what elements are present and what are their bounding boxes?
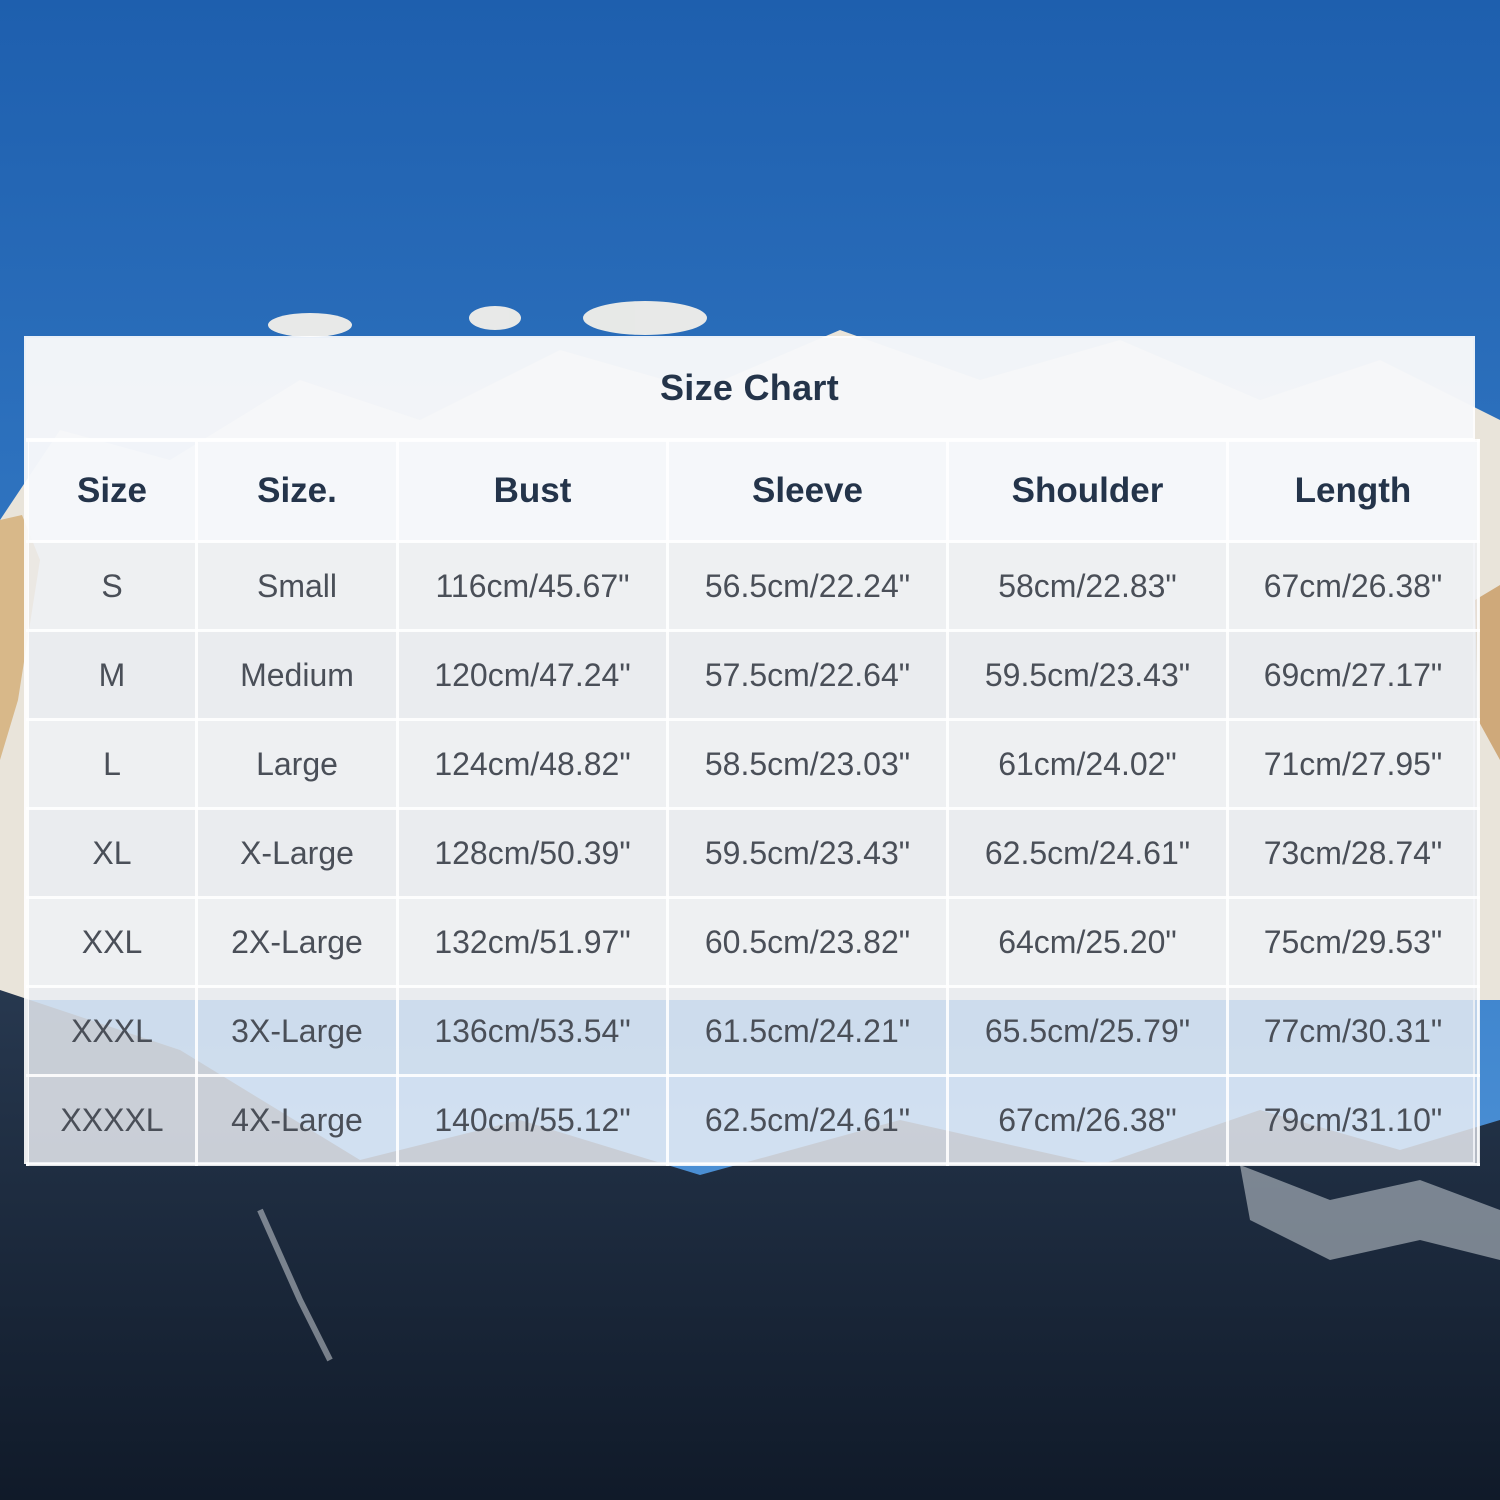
table-cell: XXXXL — [26, 1074, 198, 1166]
size-chart: Size Chart Size Size. Bust Sleeve Should… — [24, 336, 1480, 1166]
table-cell: 65.5cm/25.79" — [946, 985, 1229, 1077]
table-cell: Small — [195, 540, 399, 632]
size-table: Size Size. Bust Sleeve Shoulder Length S… — [26, 439, 1480, 1166]
table-cell: XL — [26, 807, 198, 899]
column-header-bust: Bust — [396, 439, 669, 543]
table-cell: 62.5cm/24.61" — [946, 807, 1229, 899]
table-row: XXXXL 4X-Large 140cm/55.12" 62.5cm/24.61… — [26, 1074, 1480, 1166]
table-row: M Medium 120cm/47.24" 57.5cm/22.64" 59.5… — [26, 629, 1480, 721]
table-cell: 59.5cm/23.43" — [946, 629, 1229, 721]
table-cell: 67cm/26.38" — [946, 1074, 1229, 1166]
table-cell: 57.5cm/22.64" — [666, 629, 949, 721]
table-cell: 124cm/48.82" — [396, 718, 669, 810]
column-header-size: Size — [26, 439, 198, 543]
table-cell: 62.5cm/24.61" — [666, 1074, 949, 1166]
table-cell: Medium — [195, 629, 399, 721]
table-cell: 59.5cm/23.43" — [666, 807, 949, 899]
table-cell: 67cm/26.38" — [1226, 540, 1480, 632]
table-cell: L — [26, 718, 198, 810]
table-cell: XXL — [26, 896, 198, 988]
table-cell: 120cm/47.24" — [396, 629, 669, 721]
table-row: XXXL 3X-Large 136cm/53.54" 61.5cm/24.21"… — [26, 985, 1480, 1077]
table-row: L Large 124cm/48.82" 58.5cm/23.03" 61cm/… — [26, 718, 1480, 810]
table-cell: 60.5cm/23.82" — [666, 896, 949, 988]
table-cell: 136cm/53.54" — [396, 985, 669, 1077]
table-cell: 71cm/27.95" — [1226, 718, 1480, 810]
table-row: S Small 116cm/45.67" 56.5cm/22.24" 58cm/… — [26, 540, 1480, 632]
column-header-sleeve: Sleeve — [666, 439, 949, 543]
table-cell: XXXL — [26, 985, 198, 1077]
table-cell: 79cm/31.10" — [1226, 1074, 1480, 1166]
column-header-size-name: Size. — [195, 439, 399, 543]
table-cell: 128cm/50.39" — [396, 807, 669, 899]
table-cell: 140cm/55.12" — [396, 1074, 669, 1166]
table-cell: 116cm/45.67" — [396, 540, 669, 632]
table-cell: 77cm/30.31" — [1226, 985, 1480, 1077]
table-cell: 75cm/29.53" — [1226, 896, 1480, 988]
table-cell: S — [26, 540, 198, 632]
table-cell: X-Large — [195, 807, 399, 899]
table-cell: 3X-Large — [195, 985, 399, 1077]
table-row: XL X-Large 128cm/50.39" 59.5cm/23.43" 62… — [26, 807, 1480, 899]
table-row: XXL 2X-Large 132cm/51.97" 60.5cm/23.82" … — [26, 896, 1480, 988]
column-header-length: Length — [1226, 439, 1480, 543]
table-cell: 69cm/27.17" — [1226, 629, 1480, 721]
table-cell: 2X-Large — [195, 896, 399, 988]
table-cell: 61cm/24.02" — [946, 718, 1229, 810]
table-cell: 73cm/28.74" — [1226, 807, 1480, 899]
table-cell: 4X-Large — [195, 1074, 399, 1166]
table-header-row: Size Size. Bust Sleeve Shoulder Length — [26, 439, 1480, 543]
table-cell: 64cm/25.20" — [946, 896, 1229, 988]
table-cell: 56.5cm/22.24" — [666, 540, 949, 632]
column-header-shoulder: Shoulder — [946, 439, 1229, 543]
table-cell: Large — [195, 718, 399, 810]
size-chart-title: Size Chart — [659, 367, 840, 408]
table-cell: 58.5cm/23.03" — [666, 718, 949, 810]
table-cell: 58cm/22.83" — [946, 540, 1229, 632]
table-cell: M — [26, 629, 198, 721]
table-cell: 61.5cm/24.21" — [666, 985, 949, 1077]
size-chart-title-bar: Size Chart — [26, 338, 1473, 441]
table-cell: 132cm/51.97" — [396, 896, 669, 988]
